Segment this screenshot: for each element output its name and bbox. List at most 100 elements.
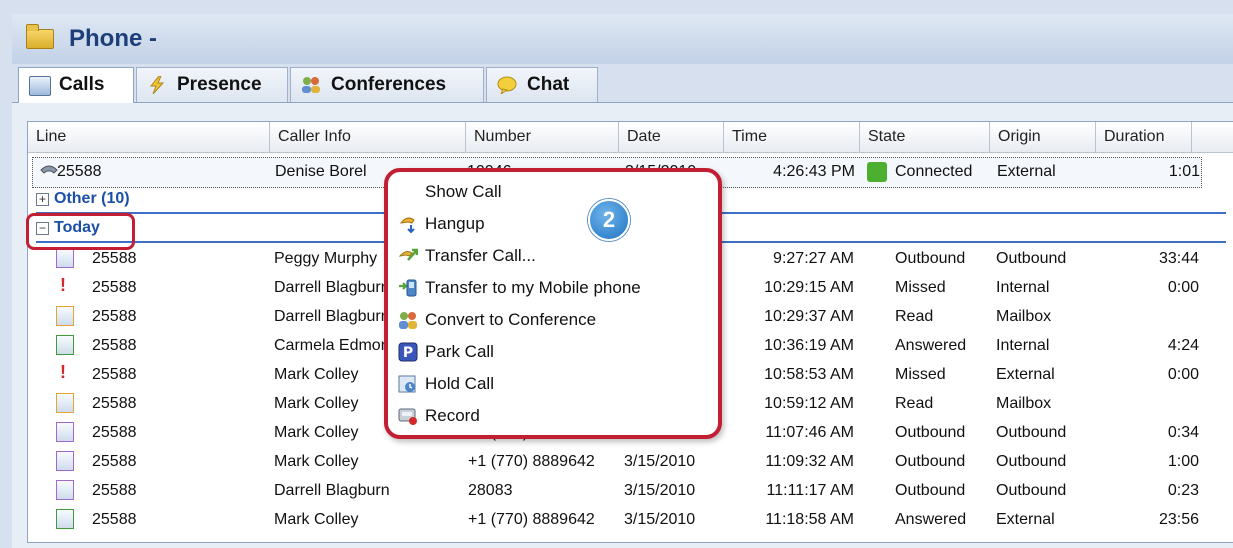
window-title: Phone - (69, 25, 157, 52)
origin-cell: Outbound (996, 424, 1067, 441)
duration-cell: 33:44 (1158, 250, 1199, 267)
missed-call-icon: ! (60, 275, 66, 295)
time-cell: 10:36:19 AM (764, 337, 854, 354)
state-cell: Outbound (895, 250, 966, 267)
number-cell: 28083 (468, 482, 513, 499)
duration-cell: 1:00 (1167, 453, 1199, 470)
caller-cell: Mark Colley (274, 424, 359, 441)
tab-conferences-label: Conferences (331, 74, 447, 95)
call-log-row[interactable]: 25588 Darrell Blagburn 28083 3/15/2010 11:11… (28, 477, 1233, 506)
line-cell: 25588 (92, 395, 137, 412)
menu-item-transfer-mobile[interactable]: Transfer to my Mobile phone (388, 272, 718, 304)
column-header-number[interactable]: Number (466, 122, 619, 153)
caller-cell: Darrell Blagburn (274, 308, 390, 325)
line-cell: 25588 (92, 453, 137, 470)
menu-item-label: Convert to Conference (425, 310, 597, 329)
phone-window: Phone - Calls Presence Conferences Chat … (0, 0, 1233, 548)
tab-conferences[interactable]: Conferences (290, 67, 484, 102)
time-cell: 10:59:12 AM (764, 395, 854, 412)
caller-cell: Denise Borel (275, 163, 367, 180)
time-cell: 11:11:17 AM (766, 482, 854, 499)
connected-icon (867, 162, 887, 182)
tab-bar: Calls Presence Conferences Chat (12, 64, 1233, 104)
state-cell: Outbound (895, 482, 966, 499)
duration-cell: 0:23 (1167, 482, 1199, 499)
line-cell: 25588 (57, 163, 102, 180)
title-bar: Phone - (12, 14, 1233, 65)
origin-cell: External (997, 163, 1056, 180)
column-header-line[interactable]: Line (28, 122, 270, 153)
tab-chat[interactable]: Chat (486, 67, 598, 102)
tab-calls[interactable]: Calls (18, 67, 134, 104)
time-cell: 11:09:32 AM (765, 453, 854, 470)
tab-presence[interactable]: Presence (136, 67, 288, 102)
line-cell: 25588 (92, 250, 137, 267)
column-header-time[interactable]: Time (724, 122, 860, 153)
column-header-filler (1192, 122, 1233, 153)
answered-call-icon (56, 509, 74, 529)
state-cell: Answered (895, 337, 967, 354)
duration-cell: 0:34 (1167, 424, 1199, 441)
state-cell: Read (895, 308, 934, 325)
expand-toggle[interactable]: + (36, 193, 49, 206)
column-header-caller-info[interactable]: Caller Info (270, 122, 466, 153)
outbound-call-icon (56, 248, 74, 268)
menu-item-label: Transfer Call... (425, 246, 536, 265)
duration-cell: 0:00 (1167, 279, 1199, 296)
hold-icon (398, 375, 416, 393)
menu-item-label: Record (425, 406, 480, 425)
menu-item-park-call[interactable]: P Park Call (388, 336, 718, 368)
column-header-origin[interactable]: Origin (990, 122, 1096, 153)
date-cell: 3/15/2010 (624, 453, 696, 470)
origin-cell: Outbound (996, 453, 1067, 470)
call-log-row[interactable]: 25588 Mark Colley +1 (770) 8889642 3/15/201… (28, 506, 1233, 535)
menu-item-record[interactable]: Record (388, 400, 718, 432)
caller-cell: Mark Colley (274, 511, 359, 528)
people-icon (302, 77, 320, 93)
menu-item-convert-conference[interactable]: Convert to Conference (388, 304, 718, 336)
voicemail-icon (56, 306, 74, 326)
record-icon (398, 408, 417, 425)
conference-icon (399, 312, 417, 329)
menu-item-label: Hangup (425, 214, 485, 233)
state-cell: Answered (895, 511, 967, 528)
origin-cell: Mailbox (996, 308, 1052, 325)
line-cell: 25588 (92, 279, 137, 296)
column-header-duration[interactable]: Duration (1096, 122, 1192, 153)
time-cell: 10:58:53 AM (764, 366, 854, 383)
menu-item-label: Show Call (425, 182, 502, 201)
caller-cell: Peggy Murphy (274, 250, 378, 267)
time-cell: 9:27:27 AM (773, 250, 854, 267)
voicemail-icon (56, 393, 74, 413)
duration-cell: 23:56 (1158, 511, 1199, 528)
caller-cell: Darrell Blagburn (274, 482, 390, 499)
outbound-call-icon (56, 422, 74, 442)
column-header-date[interactable]: Date (619, 122, 724, 153)
menu-item-show-call[interactable]: Show Call (388, 176, 718, 208)
transfer-icon (398, 248, 418, 261)
call-log-row[interactable]: 25588 Mark Colley +1 (770) 8889642 3/15/201… (28, 448, 1233, 477)
time-cell: 11:07:46 AM (765, 424, 854, 441)
calls-icon (29, 76, 51, 96)
caller-cell: Darrell Blagburn (274, 279, 390, 296)
date-cell: 3/15/2010 (624, 482, 696, 499)
state-cell: Connected (895, 163, 973, 180)
svg-text:P: P (403, 345, 413, 361)
menu-item-hold-call[interactable]: Hold Call (388, 368, 718, 400)
line-cell: 25588 (92, 308, 137, 325)
line-cell: 25588 (92, 337, 137, 354)
menu-item-transfer-call[interactable]: Transfer Call... (388, 240, 718, 272)
column-header-state[interactable]: State (860, 122, 990, 153)
caller-cell: Mark Colley (274, 366, 359, 383)
hangup-icon (399, 217, 415, 234)
missed-call-icon: ! (60, 362, 66, 382)
speech-bubble-icon (497, 76, 517, 94)
menu-item-label: Transfer to my Mobile phone (425, 278, 641, 297)
state-cell: Outbound (895, 453, 966, 470)
tab-presence-label: Presence (177, 74, 262, 95)
tab-chat-label: Chat (527, 74, 570, 95)
time-cell: 4:26:43 PM (773, 163, 855, 180)
menu-item-hangup[interactable]: Hangup (388, 208, 718, 240)
answered-call-icon (56, 335, 74, 355)
time-cell: 11:18:58 AM (765, 511, 854, 528)
